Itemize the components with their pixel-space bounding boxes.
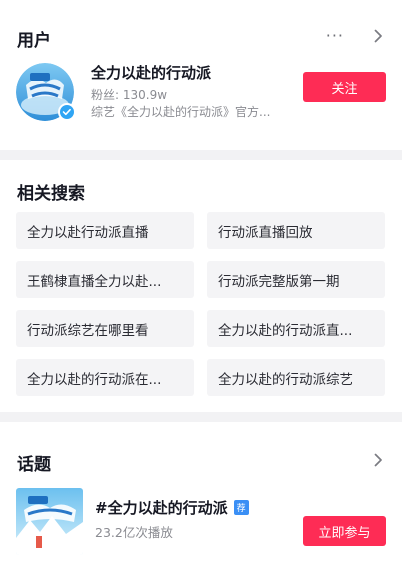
topics-section-title: 话题 [17, 455, 51, 475]
verified-check-icon [58, 103, 76, 121]
user-description: 综艺《全力以赴的行动派》官方... [91, 105, 271, 119]
topic-name[interactable]: #全力以赴的行动派 荐 [95, 497, 249, 518]
recommend-badge: 荐 [233, 500, 249, 515]
related-search-item[interactable]: 全力以赴的行动派直... [207, 310, 385, 347]
related-search-item[interactable]: 全力以赴行动派直播 [16, 212, 194, 249]
related-search-item[interactable]: 全力以赴的行动派综艺 [207, 359, 385, 396]
users-section-title: 用户 [17, 31, 51, 51]
related-search-item-label: 行动派综艺在哪里看 [27, 322, 149, 339]
follow-button[interactable]: 关注 [303, 72, 386, 102]
related-search-item-label: 全力以赴的行动派直... [218, 322, 353, 339]
user-name[interactable]: 全力以赴的行动派 [91, 62, 211, 83]
more-dots-icon[interactable]: ··· [326, 28, 344, 44]
related-search-item-label: 行动派完整版第一期 [218, 273, 340, 290]
user-fans-count: 粉丝: 130.9w [91, 88, 168, 102]
chevron-right-icon[interactable] [370, 452, 386, 468]
chevron-right-icon[interactable] [370, 28, 386, 44]
join-button[interactable]: 立即参与 [303, 516, 386, 546]
users-section: 用户 ··· 全力以赴的行动派 粉丝: 130.9w 综艺《全力以赴的行动派》官… [0, 0, 402, 150]
related-search-item-label: 王鹤棣直播全力以赴... [27, 273, 162, 290]
related-search-title: 相关搜索 [17, 184, 85, 204]
topic-name-label: #全力以赴的行动派 [95, 499, 228, 517]
related-search-item[interactable]: 行动派综艺在哪里看 [16, 310, 194, 347]
related-search-section: 相关搜索 全力以赴行动派直播 行动派直播回放 王鹤棣直播全力以赴... 行动派完… [0, 160, 402, 412]
related-search-item[interactable]: 王鹤棣直播全力以赴... [16, 261, 194, 298]
topic-play-count: 23.2亿次播放 [95, 525, 173, 540]
related-search-item-label: 全力以赴的行动派综艺 [218, 371, 353, 388]
related-search-item-label: 行动派直播回放 [218, 224, 313, 241]
topics-section: 话题 #全力以赴的行动派 荐 23.2亿次播放 立即参与 [0, 422, 402, 563]
topic-thumbnail[interactable] [16, 488, 83, 555]
related-search-item[interactable]: 全力以赴的行动派在... [16, 359, 194, 396]
related-search-item-label: 全力以赴的行动派在... [27, 371, 162, 388]
related-search-item-label: 全力以赴行动派直播 [27, 224, 149, 241]
related-search-item[interactable]: 行动派完整版第一期 [207, 261, 385, 298]
related-search-item[interactable]: 行动派直播回放 [207, 212, 385, 249]
